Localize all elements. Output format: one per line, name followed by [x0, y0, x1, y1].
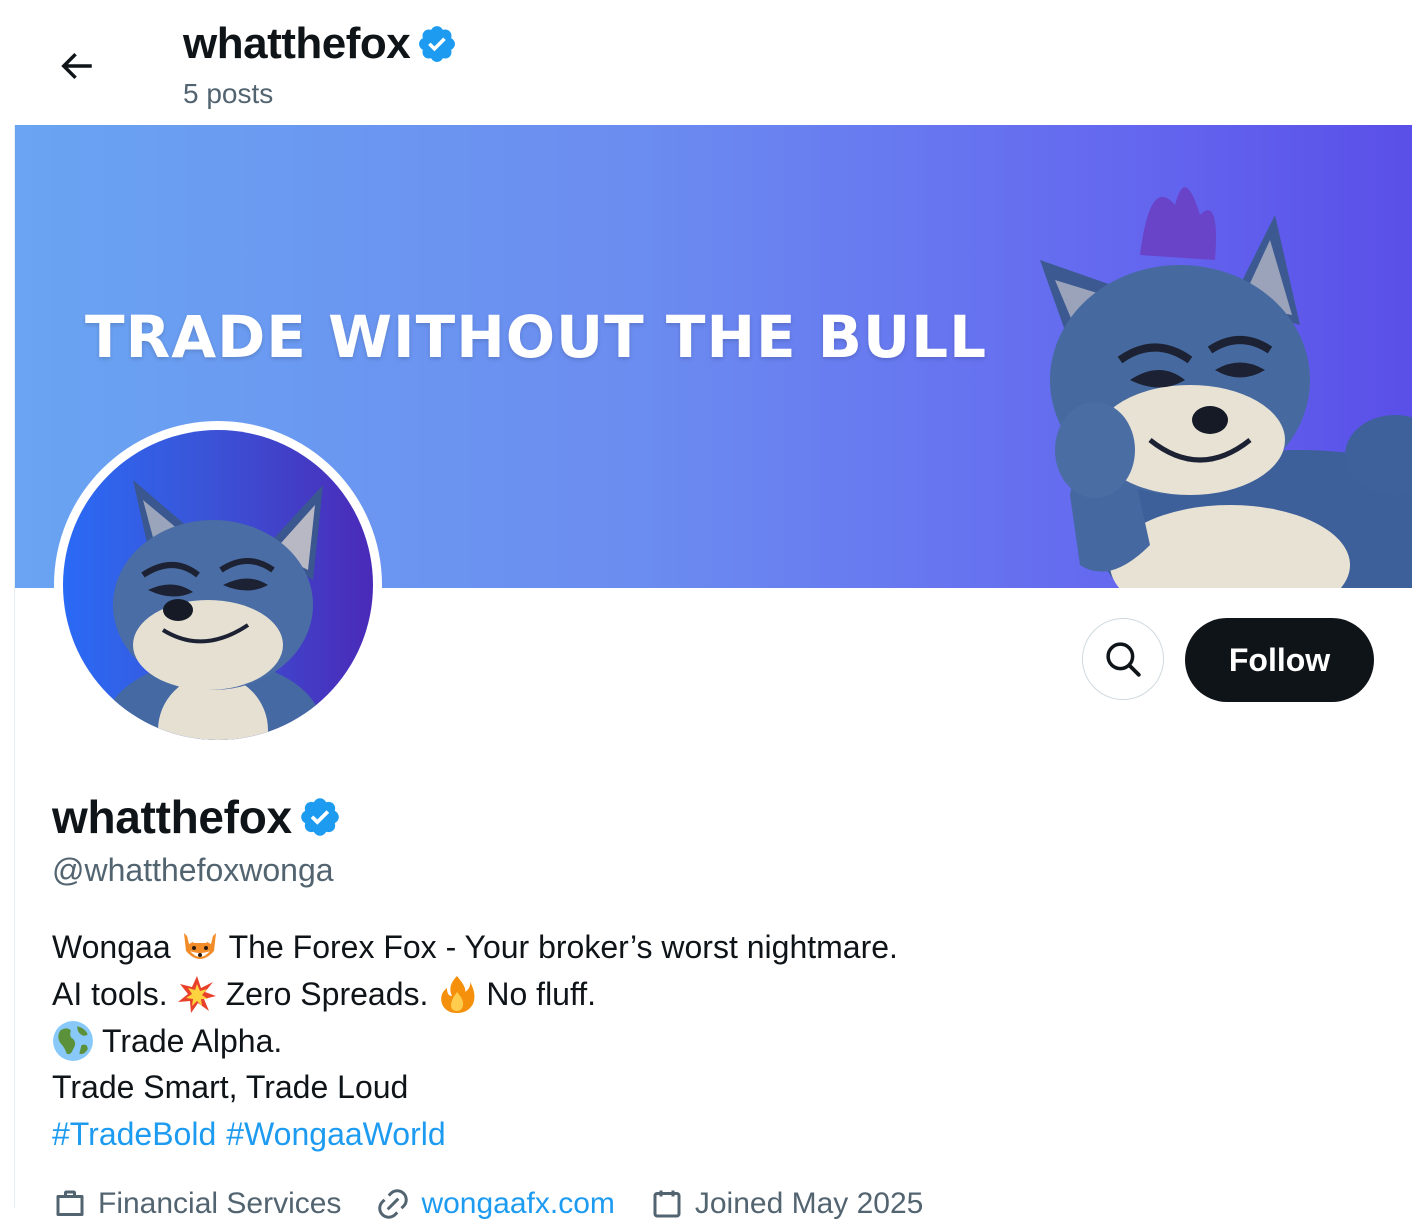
- verified-badge-icon[interactable]: [298, 795, 342, 839]
- bio-text: No fluff.: [486, 975, 597, 1012]
- collision-emoji-icon: [176, 973, 218, 1015]
- bio-text: AI tools.: [52, 975, 168, 1012]
- category-item: Financial Services: [52, 1186, 341, 1222]
- display-name: whatthefox: [52, 791, 292, 843]
- fire-emoji-icon: [436, 973, 478, 1015]
- bio-line: Trade Smart, Trade Loud: [52, 1064, 898, 1111]
- profile-avatar[interactable]: [54, 421, 382, 749]
- link-icon: [378, 1189, 409, 1219]
- hashtag-link[interactable]: #WongaaWorld: [226, 1111, 445, 1158]
- bio-text: The Forex Fox - Your broker’s worst nigh…: [228, 929, 898, 965]
- bio-line: Trade Alpha.: [52, 1018, 898, 1065]
- bio-line: Wongaa The Forex Fox - Your broker’s wor…: [52, 924, 898, 971]
- profile-header: whatthefox 5 posts: [0, 0, 1420, 125]
- bio-text: Zero Spreads.: [225, 975, 429, 1012]
- joined-text: Joined May 2025: [694, 1187, 924, 1220]
- joined-item: Joined May 2025: [649, 1186, 924, 1222]
- search-icon: [1106, 642, 1141, 677]
- bio-text: Wongaa: [52, 929, 171, 965]
- bio-line: AI tools. Zero Spreads. No fluff.: [52, 971, 898, 1018]
- post-count: 5 posts: [183, 78, 274, 109]
- arrow-left-icon: [61, 52, 92, 80]
- verified-badge-icon[interactable]: [416, 23, 458, 65]
- briefcase-icon: [56, 1190, 84, 1216]
- follow-button[interactable]: Follow: [1185, 618, 1374, 702]
- category-text: Financial Services: [98, 1187, 342, 1220]
- fox-avatar-illustration: [103, 480, 323, 740]
- hashtag-link[interactable]: #TradeBold: [52, 1111, 216, 1158]
- profile-meta: Financial Services wongaafx.com Joined M…: [52, 1186, 957, 1222]
- fox-emoji-icon: [179, 926, 221, 968]
- bio-text: Trade Smart, Trade Loud: [52, 1069, 409, 1106]
- fox-mascot-illustration: [1040, 187, 1412, 588]
- user-handle: @whatthefoxwonga: [52, 852, 334, 888]
- profile-bio: Wongaa The Forex Fox - Your broker’s wor…: [52, 924, 898, 1158]
- profile-search-button[interactable]: [1082, 618, 1164, 700]
- back-button[interactable]: [44, 34, 108, 98]
- website-item[interactable]: wongaafx.com: [375, 1186, 615, 1222]
- website-link[interactable]: wongaafx.com: [421, 1187, 614, 1221]
- bio-text: Trade Alpha.: [102, 1022, 283, 1059]
- globe-emoji-icon: [52, 1020, 94, 1062]
- header-title: whatthefox: [183, 19, 411, 68]
- bio-hashtags: #TradeBold #WongaaWorld: [52, 1111, 898, 1158]
- calendar-icon: [653, 1190, 681, 1218]
- display-name-row: whatthefox: [52, 788, 342, 846]
- banner-slogan: TRADE WITHOUT THE BULL: [85, 303, 988, 371]
